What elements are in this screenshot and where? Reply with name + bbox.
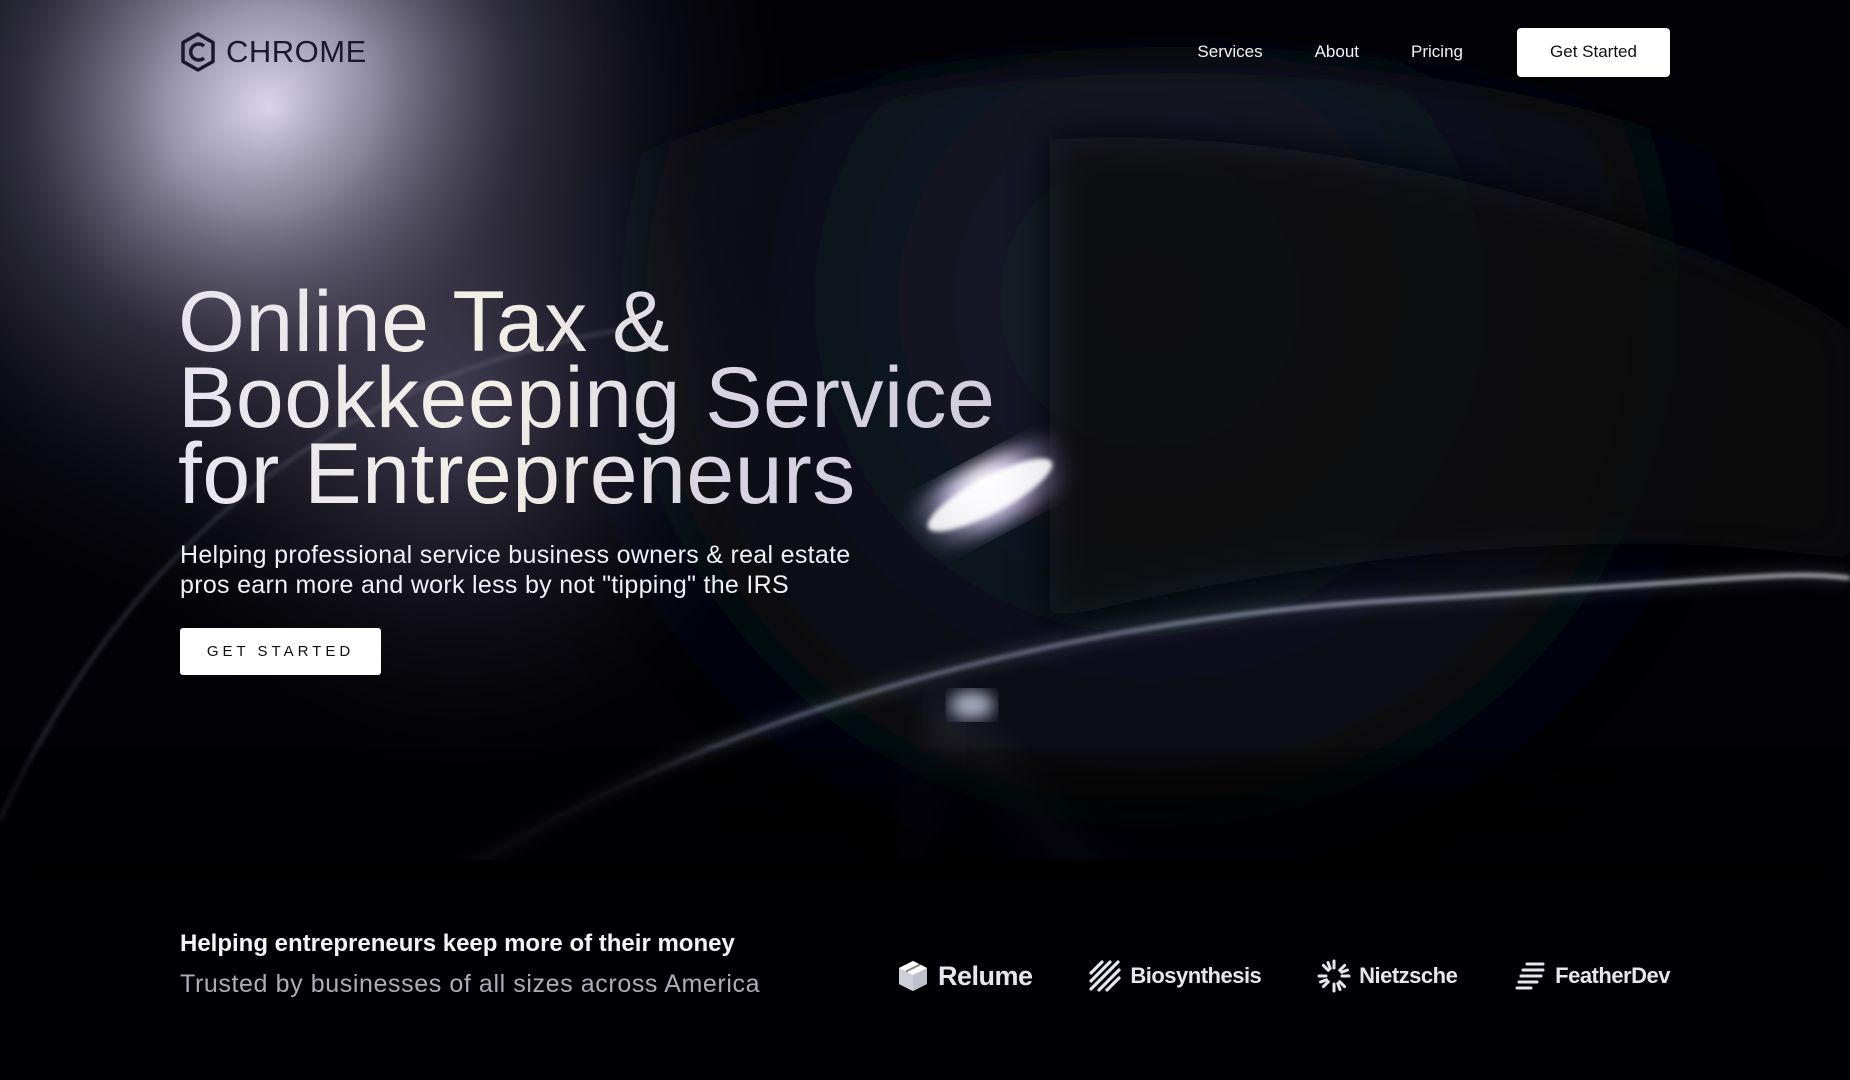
hexagon-c-icon: [181, 32, 215, 72]
nav-services[interactable]: Services: [1197, 42, 1262, 62]
main-nav: Services About Pricing Get Started: [1197, 27, 1670, 77]
logo-name: Biosynthesis: [1130, 963, 1262, 988]
logo-name: Nietzsche: [1359, 963, 1458, 988]
feather-lines-icon: [1515, 962, 1545, 990]
hero-title-line: Online Tax &: [178, 274, 671, 370]
diagonal-stripes-icon: [1089, 960, 1121, 992]
logo-featherdev: FeatherDev: [1513, 959, 1670, 993]
brand-logo[interactable]: CHROME: [180, 32, 367, 72]
get-started-button[interactable]: Get Started: [1517, 27, 1670, 77]
hero-title-line: Bookkeeping Service: [178, 350, 996, 446]
logo-relume: Relume: [896, 959, 1033, 993]
logo-name: Relume: [938, 960, 1033, 991]
cube-icon: [899, 961, 927, 991]
client-logos: Relume Biosynthesis Nietzsche FeatherDev: [896, 954, 1670, 998]
hero-subtitle-line: Helping professional service business ow…: [180, 541, 851, 569]
hero-subtitle: Helping professional service business ow…: [180, 540, 940, 600]
hero-title-line: for Entrepreneurs: [178, 426, 856, 522]
hero-title: Online Tax & Bookkeeping Service for Ent…: [178, 284, 1078, 512]
sunburst-icon: [1317, 959, 1351, 993]
brand-name: CHROME: [226, 34, 367, 69]
logo-biosynthesis: Biosynthesis: [1088, 959, 1262, 993]
trust-heading: Helping entrepreneurs keep more of their…: [180, 930, 735, 957]
hero-subtitle-line: pros earn more and work less by not "tip…: [180, 571, 789, 599]
landing-page: CHROME Services About Pricing Get Starte…: [0, 0, 1850, 1080]
logo-name: FeatherDev: [1555, 963, 1670, 988]
site-header: CHROME Services About Pricing Get Starte…: [180, 27, 1670, 77]
nav-pricing[interactable]: Pricing: [1411, 42, 1463, 62]
hero-get-started-button[interactable]: GET STARTED: [180, 628, 381, 675]
nav-about[interactable]: About: [1315, 42, 1359, 62]
trust-section: Helping entrepreneurs keep more of their…: [180, 930, 760, 999]
logo-nietzsche: Nietzsche: [1317, 959, 1458, 993]
trust-subheading: Trusted by businesses of all sizes acros…: [180, 970, 761, 998]
